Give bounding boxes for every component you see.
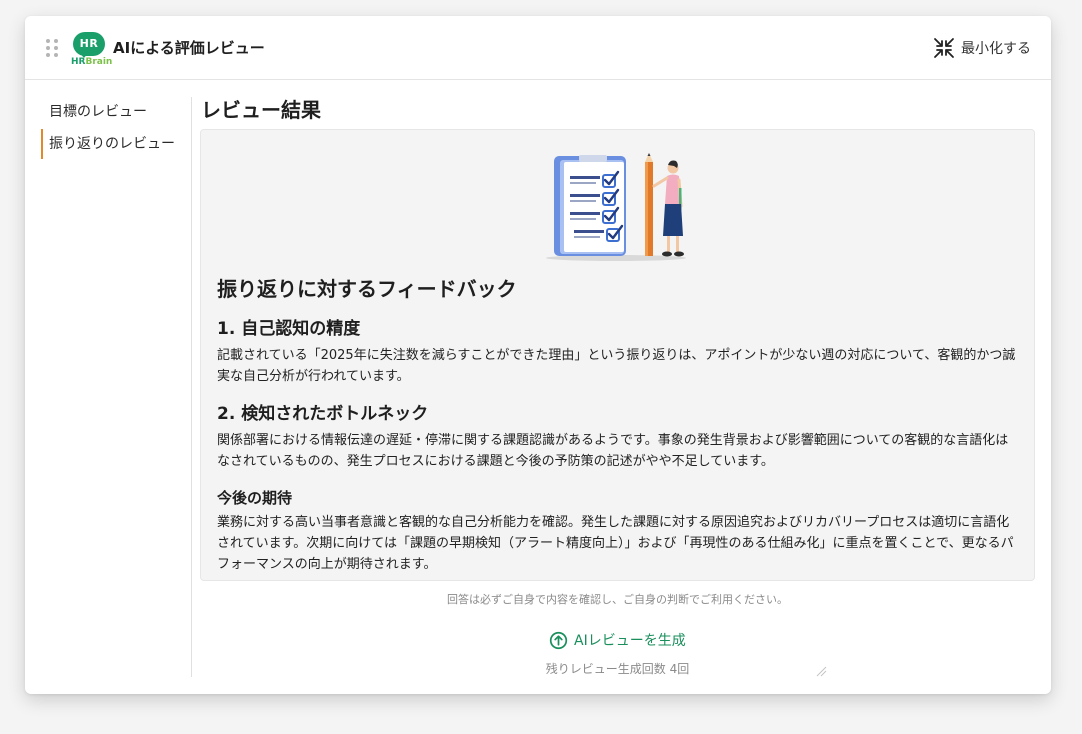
review-result-title: レビュー結果 [201, 98, 321, 122]
logo-word-brain: Brain [85, 57, 113, 67]
resize-grip-icon[interactable] [815, 665, 827, 677]
logo-badge: HR [73, 32, 105, 56]
minimize-label: 最小化する [961, 41, 1031, 57]
ai-disclaimer: 回答は必ずご自身で内容を確認し、ご自身の判断でご利用ください。 [447, 593, 788, 606]
feedback-heading: 振り返りに対するフィードバック [217, 277, 517, 301]
sidebar-divider [191, 97, 192, 677]
remaining-generations: 残りレビュー生成回数 4回 [545, 662, 690, 676]
sidebar-item-reflection-review[interactable]: 振り返りのレビュー [25, 128, 191, 160]
sidebar-item-label: 目標のレビュー [49, 104, 147, 120]
logo-wordmark: HRBrain [71, 57, 112, 67]
feedback-section-body: 関係部署における情報伝達の遅延・停滞に関する課題認識があるようです。事象の発生背… [217, 433, 1009, 469]
feedback-section-body: 業務に対する高い当事者意識と客観的な自己分析能力を確認。発生した課題に対する原因… [217, 515, 1014, 572]
hrbrain-logo: HR HRBrain [71, 30, 112, 68]
panel-header: HR HRBrain AIによる評価レビュー 最小化する [25, 16, 1051, 80]
checklist-illustration [546, 153, 686, 261]
sidebar-item-label: 振り返りのレビュー [49, 136, 175, 152]
minimize-arrows-icon [934, 38, 954, 58]
ai-review-panel: HR HRBrain AIによる評価レビュー 最小化する 目標のレビュー 振り返… [25, 16, 1051, 694]
arrow-up-circle-icon [549, 631, 568, 649]
review-sidebar: 目標のレビュー 振り返りのレビュー [25, 96, 191, 160]
feedback-section-title: 1. 自己認知の精度 [217, 319, 361, 339]
generate-ai-review-label: AIレビューを生成 [574, 633, 686, 649]
feedback-section-title: 2. 検知されたボトルネック [217, 404, 429, 424]
feedback-section-body: 記載されている「2025年に失注数を減らすことができた理由」という振り返りは、ア… [217, 348, 1016, 384]
generate-ai-review-button[interactable]: AIレビューを生成 [549, 629, 686, 651]
drag-handle-icon[interactable] [46, 39, 60, 57]
minimize-button[interactable]: 最小化する [933, 36, 1031, 60]
feedback-section-title: 今後の期待 [217, 489, 293, 507]
logo-word-hr: HR [71, 57, 86, 67]
review-result-box: 振り返りに対するフィードバック 1. 自己認知の精度 記載されている「2025年… [200, 129, 1035, 581]
panel-title: AIによる評価レビュー [113, 39, 265, 57]
sidebar-item-goal-review[interactable]: 目標のレビュー [25, 96, 191, 128]
